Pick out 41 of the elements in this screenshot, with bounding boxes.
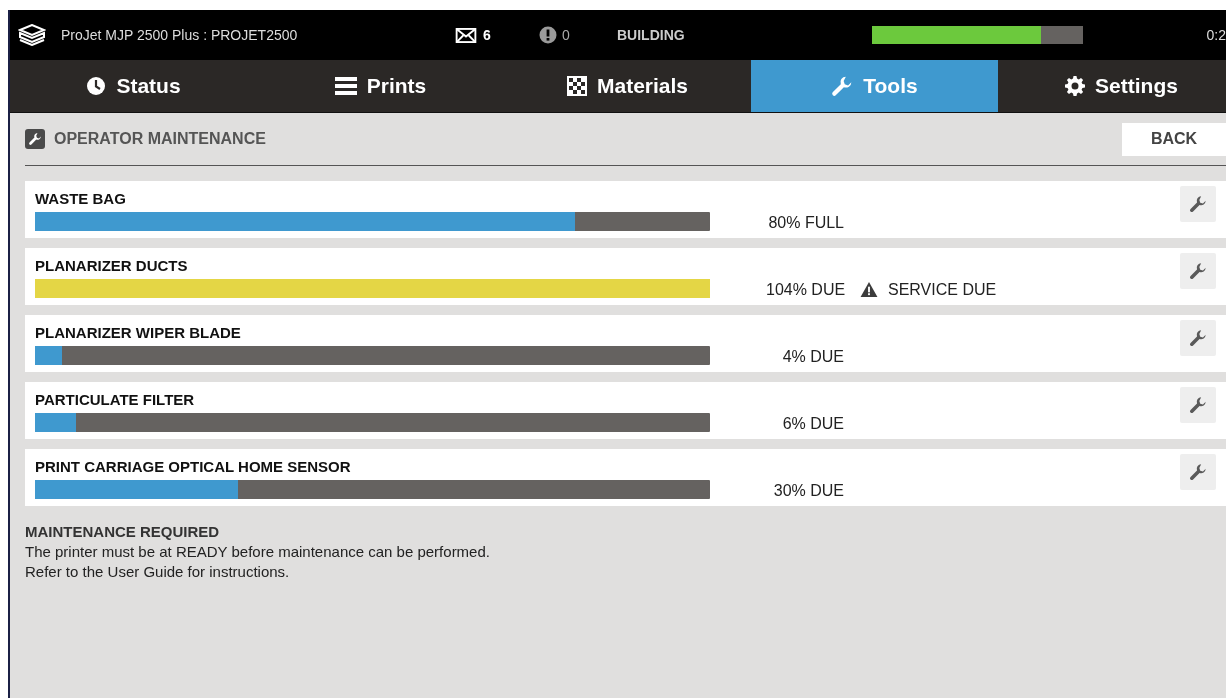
warning-text: SERVICE DUE xyxy=(888,280,997,299)
wrench-icon xyxy=(1189,261,1207,280)
section-title: OPERATOR MAINTENANCE xyxy=(54,130,267,148)
printer-name: ProJet MJP 2500 Plus : PROJET2500 xyxy=(61,27,299,43)
notice-text: Refer to the User Guide for instructions. xyxy=(25,562,291,582)
notice-title: MAINTENANCE REQUIRED xyxy=(25,522,221,542)
printer-state: BUILDING xyxy=(617,27,686,43)
reading-text: 80% FULL xyxy=(767,213,844,232)
wrench-icon xyxy=(1189,194,1207,213)
item-name: PLANARIZER DUCTS xyxy=(35,257,189,274)
item-name: PARTICULATE FILTER xyxy=(35,391,196,408)
wrench-icon xyxy=(1189,462,1207,481)
service-button[interactable] xyxy=(1180,185,1216,222)
clock-icon xyxy=(86,76,107,96)
back-button[interactable]: BACK xyxy=(1122,122,1226,156)
message-count: 6 xyxy=(483,27,491,43)
item-name: PLANARIZER WIPER BLADE xyxy=(35,324,242,341)
service-button[interactable] xyxy=(1180,386,1216,423)
wrench-icon xyxy=(25,129,45,149)
item-name: PRINT CARRIAGE OPTICAL HOME SENSOR xyxy=(35,458,352,475)
item-name: WASTE BAG xyxy=(35,190,127,207)
alert-count: 0 xyxy=(562,27,570,43)
menu-icon xyxy=(334,76,357,96)
wrench-icon xyxy=(1189,395,1207,414)
wrench-icon xyxy=(831,75,854,97)
reading-text: 104% DUE xyxy=(766,280,844,299)
logo-icon xyxy=(18,24,46,46)
wrench-icon xyxy=(1189,328,1207,347)
service-button[interactable] xyxy=(1180,319,1216,356)
reading-text: 6% DUE xyxy=(781,414,844,433)
service-button[interactable] xyxy=(1180,453,1216,490)
notice-text: The printer must be at READY before maintenance can be performed. xyxy=(25,542,491,562)
envelope-icon xyxy=(455,27,477,43)
settings-icon xyxy=(1065,76,1086,96)
checkered-flag-icon xyxy=(566,76,587,96)
elapsed-time: 0:2 xyxy=(1206,27,1226,43)
reading-text: 30% DUE xyxy=(772,481,844,500)
reading-text: 4% DUE xyxy=(781,347,844,366)
alert-icon xyxy=(539,26,557,44)
warning-icon xyxy=(860,282,878,297)
service-button[interactable] xyxy=(1180,252,1216,289)
